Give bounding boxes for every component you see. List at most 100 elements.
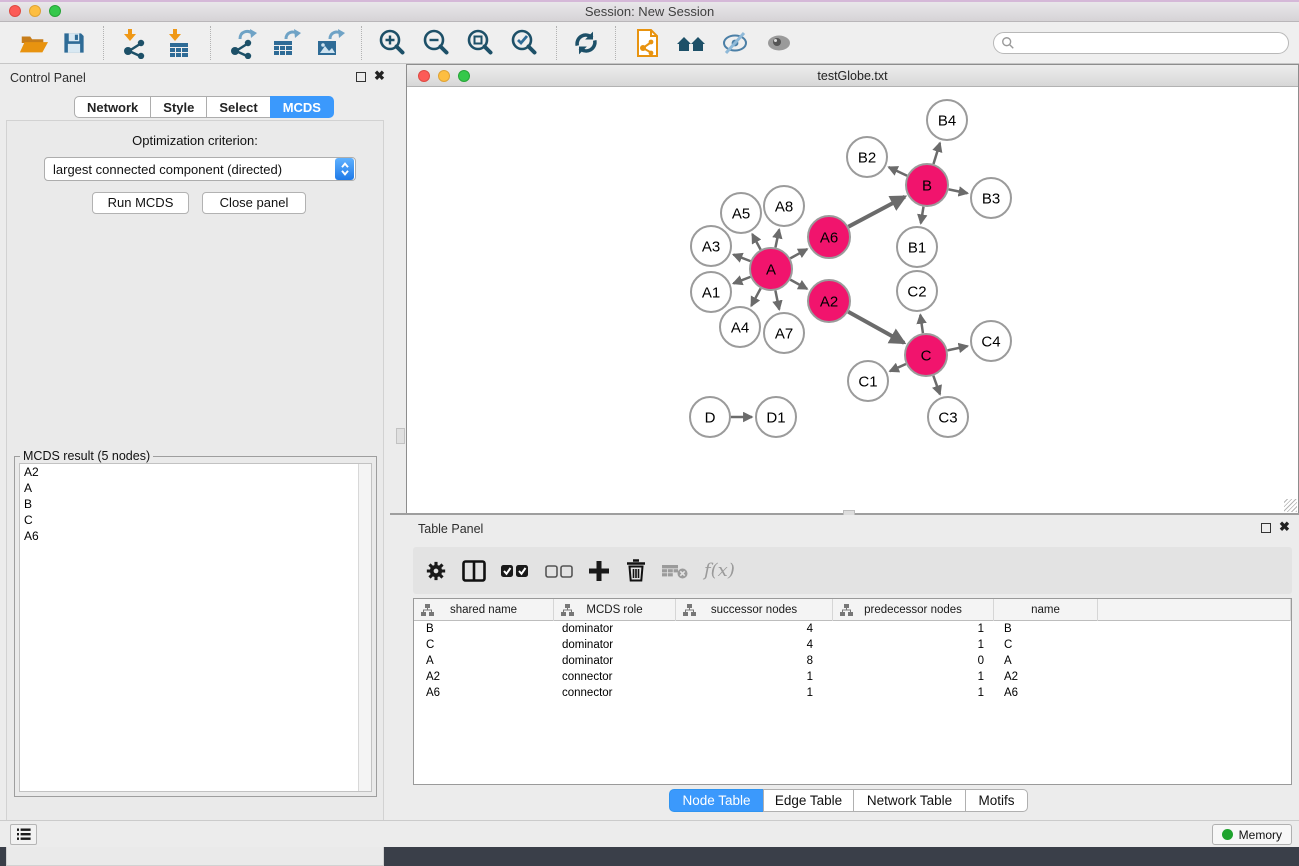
table-cell[interactable]: A6 [994,685,1098,701]
graph-node-A3[interactable]: A3 [691,226,731,266]
mcds-result-item[interactable]: A [20,480,371,496]
table-cell[interactable]: 4 [676,621,833,637]
graph-edge-B-B4[interactable] [933,143,939,164]
column-header-shared-name[interactable]: shared name [414,599,554,621]
graph-edge-A6-B[interactable] [848,197,904,227]
search-box[interactable] [993,32,1289,54]
graph-node-B3[interactable]: B3 [971,178,1011,218]
graph-edge-A-A7[interactable] [775,291,779,310]
close-table-panel-icon[interactable]: ✖ [1279,519,1290,535]
tab-select[interactable]: Select [206,96,270,118]
task-history-button[interactable] [10,824,37,845]
table-cell[interactable]: A6 [414,685,554,701]
mcds-result-item[interactable]: B [20,496,371,512]
delete-table-button[interactable] [662,547,688,594]
table-cell[interactable]: dominator [554,653,676,669]
graph-edge-A2-C[interactable] [848,312,904,343]
table-cell[interactable]: C [994,637,1098,653]
table-cell[interactable] [1098,621,1291,637]
table-cell[interactable]: dominator [554,621,676,637]
graph-node-A8[interactable]: A8 [764,186,804,226]
column-header-predecessor-nodes[interactable]: predecessor nodes [833,599,994,621]
table-cell[interactable]: B [994,621,1098,637]
table-cell[interactable]: A [414,653,554,669]
graph-edge-A-A3[interactable] [733,255,750,262]
graph-node-A5[interactable]: A5 [721,193,761,233]
graph-node-A7[interactable]: A7 [764,313,804,353]
mcds-result-item[interactable]: A6 [20,528,371,544]
table-cell[interactable]: 4 [676,637,833,653]
create-column-button[interactable] [588,547,610,594]
graph-node-A2[interactable]: A2 [808,280,850,322]
graph-edge-A-A6[interactable] [790,249,807,258]
table-cell[interactable] [1098,637,1291,653]
window-resize-grip[interactable] [1284,499,1297,512]
save-session-button[interactable] [54,25,94,61]
import-network-button[interactable] [113,25,157,61]
export-image-button[interactable] [308,25,352,61]
tab-style[interactable]: Style [150,96,207,118]
export-network-button[interactable] [220,25,264,61]
tab-motifs[interactable]: Motifs [965,789,1028,812]
zoom-fit-button[interactable] [459,25,503,61]
table-cell[interactable]: 8 [676,653,833,669]
home-button[interactable] [669,25,713,61]
graph-node-B4[interactable]: B4 [927,100,967,140]
graph-node-A[interactable]: A [750,248,792,290]
hide-graphics-details-button[interactable] [713,25,757,61]
table-cell[interactable] [1098,653,1291,669]
mcds-result-item[interactable]: C [20,512,371,528]
graph-edge-A-A4[interactable] [751,288,760,305]
graph-node-C2[interactable]: C2 [897,271,937,311]
table-cell[interactable]: A [994,653,1098,669]
table-cell[interactable]: 1 [676,669,833,685]
float-table-panel-icon[interactable] [1261,523,1271,533]
delete-columns-button[interactable] [626,547,646,594]
zoom-out-button[interactable] [415,25,459,61]
graph-node-C1[interactable]: C1 [848,361,888,401]
graph-node-C3[interactable]: C3 [928,397,968,437]
table-cell[interactable]: 1 [833,637,994,653]
apply-layout-button[interactable] [566,25,606,61]
table-row[interactable]: Cdominator41C [414,637,1291,653]
table-cell[interactable]: C [414,637,554,653]
tab-edge-table[interactable]: Edge Table [763,789,854,812]
mcds-result-item[interactable]: A2 [20,464,371,480]
tab-network[interactable]: Network [74,96,151,118]
column-header-MCDS-role[interactable]: MCDS role [554,599,676,621]
table-cell[interactable]: connector [554,669,676,685]
table-cell[interactable]: B [414,621,554,637]
graph-node-A6[interactable]: A6 [808,216,850,258]
graph-edge-C-C2[interactable] [920,315,923,333]
table-cell[interactable]: 0 [833,653,994,669]
graph-edge-A-A8[interactable] [775,230,779,248]
table-settings-button[interactable] [425,547,447,594]
column-header-empty[interactable] [1098,599,1291,621]
open-session-button[interactable] [12,25,54,61]
table-cell[interactable]: 1 [833,621,994,637]
table-mode-button[interactable] [462,547,486,594]
vertical-splitter-handle[interactable] [396,428,405,444]
tab-network-table[interactable]: Network Table [853,789,966,812]
table-cell[interactable]: 1 [676,685,833,701]
network-document-button[interactable] [625,25,669,61]
graph-node-D1[interactable]: D1 [756,397,796,437]
table-row[interactable]: A6connector11A6 [414,685,1291,701]
tab-mcds[interactable]: MCDS [270,96,334,118]
table-cell[interactable]: dominator [554,637,676,653]
graph-node-A4[interactable]: A4 [720,307,760,347]
float-panel-icon[interactable] [356,72,366,82]
table-cell[interactable]: 1 [833,685,994,701]
graph-edge-C-C3[interactable] [933,376,940,395]
graph-edge-A-A2[interactable] [790,280,807,289]
criterion-dropdown[interactable]: largest connected component (directed) [44,157,356,181]
column-header-successor-nodes[interactable]: successor nodes [676,599,833,621]
result-scrollbar[interactable] [358,464,371,791]
graph-node-B1[interactable]: B1 [897,227,937,267]
close-panel-button[interactable]: Close panel [202,192,306,214]
graph-node-D[interactable]: D [690,397,730,437]
network-window-titlebar[interactable]: testGlobe.txt [407,65,1298,87]
table-row[interactable]: Bdominator41B [414,621,1291,637]
select-all-rows-button[interactable] [501,547,529,594]
table-cell[interactable]: connector [554,685,676,701]
